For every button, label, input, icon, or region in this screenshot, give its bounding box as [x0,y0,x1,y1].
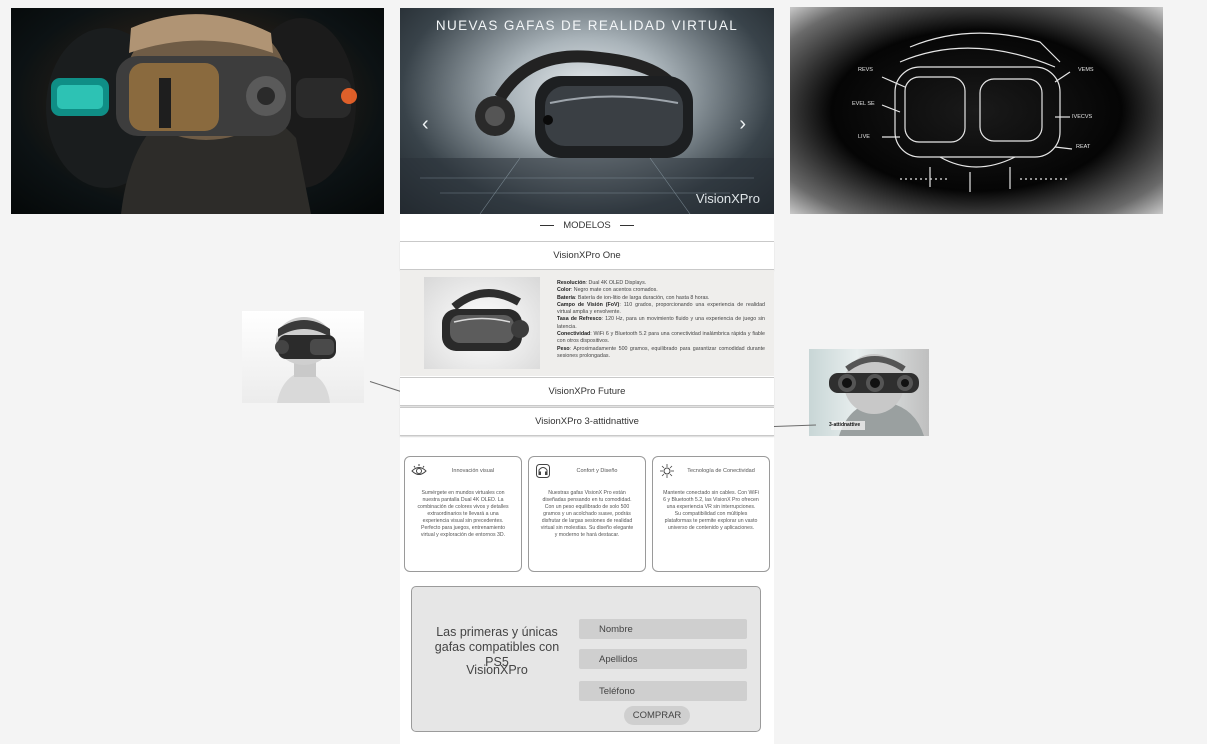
models-heading-text: MODELOS [563,220,611,231]
spec-row: Peso: Aproximadamente 500 gramos, equili… [557,345,765,359]
model-one-specs: Resolución: Dual 4K OLED Displays. Color… [557,280,765,360]
accordion-model-one[interactable]: VisionXPro One [400,241,774,270]
diagram-label: EVEL SE [852,101,875,107]
buy-button[interactable]: COMPRAR [624,706,690,725]
vr-portrait-image [11,8,384,214]
surname-field[interactable] [579,649,747,669]
hero-title: NUEVAS GAFAS DE REALIDAD VIRTUAL [435,18,739,33]
diagram-label: REVS [858,67,873,73]
models-heading: MODELOS [400,220,774,231]
diagram-label: LIVE [858,134,870,140]
headset-icon [536,464,550,478]
chevron-left-icon: ‹ [422,113,429,135]
connector-line [369,381,401,392]
feature-text: Nuestras gafas VisionX Pro están diseñad… [540,490,634,538]
feature-card-comfort: Confort y Diseño Nuestras gafas VisionX … [528,456,646,572]
heading-dash [619,224,634,226]
accordion-panel-model-one: Resolución: Dual 4K OLED Displays. Color… [400,270,774,376]
spec-row: Conectividad: WiFi 6 y Bluetooth 5.2 par… [557,331,765,345]
connectivity-icon [660,464,674,478]
spec-row: Campo de Visión (FoV): 110 grados, propo… [557,301,765,316]
carousel-prev-button[interactable]: ‹ [422,114,429,134]
feature-card-visual: Innovación visual Sumérgete en mundos vi… [404,456,522,572]
diagram-label: IVECVS [1072,114,1093,120]
carousel-next-button[interactable]: › [739,114,746,134]
feature-title: Innovación visual [451,468,495,474]
feature-text: Mantente conectado sin cables. Con WiFi … [663,490,759,531]
product-page: NUEVAS GAFAS DE REALIDAD VIRTUAL ‹ › Vis… [400,8,774,744]
spec-row: Resolución: Dual 4K OLED Displays. [557,280,647,286]
diagram-label: VEMS [1078,67,1094,73]
feature-text: Sumérgete en mundos virtuales con nuestr… [417,490,509,538]
spec-row: Batería: Batería de ion-litio de larga d… [557,294,710,301]
feature-card-connectivity: Tecnología de Conectividad Mantente cone… [652,456,770,572]
accordion-model-3[interactable]: VisionXPro 3-attidnattive [400,407,774,436]
accordion-model-future[interactable]: VisionXPro Future [400,377,774,406]
diagram-label: REAT [1076,144,1091,150]
eye-icon [411,464,427,475]
heading-dash [540,224,555,226]
vr-blueprint-image: REVS EVEL SE LIVE VEMS IVECVS REAT [790,7,1163,214]
promo-brand: VisionXPro [466,663,528,677]
spec-row: Tasa de Refresco: 120 Hz, para un movimi… [557,316,765,330]
side-image-label: 3-attidnattive [829,422,861,428]
model-one-image [424,277,540,369]
name-field[interactable] [579,619,747,639]
hero-carousel: NUEVAS GAFAS DE REALIDAD VIRTUAL ‹ › Vis… [400,8,774,214]
model-future-image [242,311,364,403]
spec-row: Color: Negro mate con acentos cromados. [557,287,658,294]
chevron-right-icon: › [739,113,746,135]
model-3-image: 3-attidnattive [809,349,929,436]
hero-brand: VisionXPro [695,191,760,206]
feature-title: Tecnología de Conectividad [687,468,755,474]
feature-title: Confort y Diseño [576,468,618,474]
purchase-form: Las primeras y únicas gafas compatibles … [411,586,761,732]
phone-field[interactable] [579,681,747,701]
